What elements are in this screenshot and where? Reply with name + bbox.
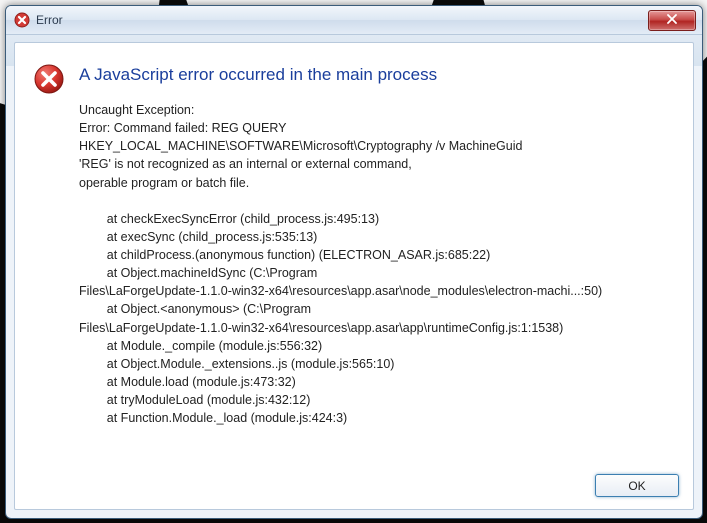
dialog-body: A JavaScript error occurred in the main … (14, 42, 694, 510)
error-dialog: Error (5, 5, 703, 519)
ok-button[interactable]: OK (595, 474, 679, 497)
title-bar[interactable]: Error (6, 6, 702, 35)
window-icon (14, 12, 30, 28)
window-title: Error (36, 13, 648, 27)
close-button[interactable] (648, 10, 696, 31)
error-icon (33, 63, 65, 95)
close-icon (666, 14, 678, 26)
dialog-content: A JavaScript error occurred in the main … (15, 43, 693, 509)
dialog-heading: A JavaScript error occurred in the main … (79, 65, 675, 85)
button-bar: OK (595, 474, 679, 497)
dialog-message: Uncaught Exception: Error: Command faile… (79, 101, 675, 427)
